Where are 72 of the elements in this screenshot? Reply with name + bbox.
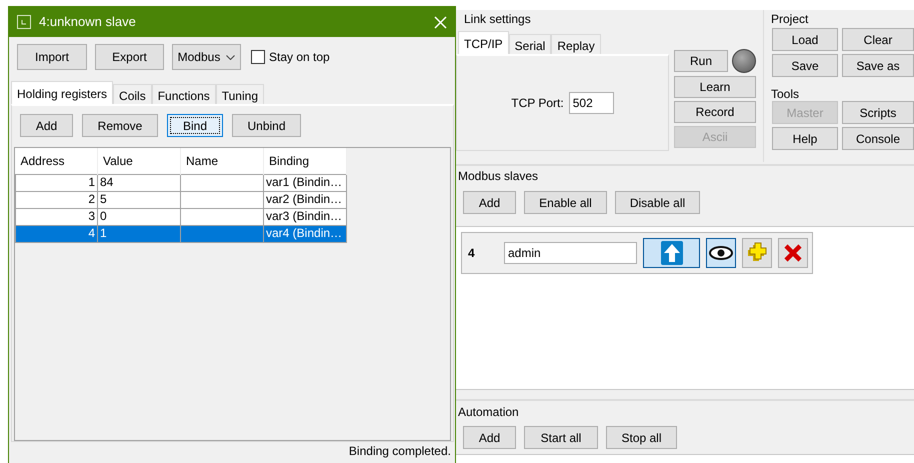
group-title: Link settings bbox=[463, 11, 531, 28]
table-cell: 2 bbox=[16, 191, 98, 208]
action-button[interactable]: Unbind bbox=[232, 114, 301, 137]
table-cell: 5 bbox=[98, 191, 180, 208]
window-icon bbox=[17, 15, 31, 29]
up-arrow-icon bbox=[660, 241, 682, 265]
eye-icon bbox=[709, 246, 733, 260]
tab[interactable]: Tuning bbox=[216, 84, 264, 104]
toolbar-button[interactable]: Import bbox=[17, 44, 87, 70]
slaves-button[interactable]: Enable all bbox=[524, 191, 607, 214]
table-cell: var1 (Bindin… bbox=[264, 174, 346, 191]
close-button[interactable] bbox=[434, 16, 447, 28]
table-cell: var2 (Bindin… bbox=[264, 191, 346, 208]
add-button[interactable] bbox=[742, 238, 772, 268]
delete-icon bbox=[783, 243, 803, 263]
project-button[interactable]: Clear bbox=[842, 28, 914, 51]
plus-icon bbox=[746, 242, 768, 264]
toolbar-button[interactable]: Export bbox=[95, 44, 164, 70]
slave-name-field[interactable]: admin bbox=[504, 242, 637, 264]
link-button[interactable]: Record bbox=[674, 101, 756, 123]
automation-button[interactable]: Start all bbox=[524, 426, 598, 449]
group-title: Automation bbox=[457, 404, 520, 419]
table-cell: 84 bbox=[98, 174, 180, 191]
tab[interactable]: Functions bbox=[152, 84, 216, 104]
action-button[interactable]: Add bbox=[20, 114, 73, 137]
tab[interactable]: Coils bbox=[113, 84, 152, 104]
port-field[interactable]: 502 bbox=[568, 92, 614, 114]
table-cell: var4 (Bindin… bbox=[264, 225, 346, 242]
checkbox-label: Stay on top bbox=[269, 49, 330, 66]
table-cell: var3 (Bindin… bbox=[264, 208, 346, 225]
tab[interactable]: TCP/IP bbox=[458, 31, 509, 54]
slaves-button[interactable]: Disable all bbox=[615, 191, 700, 214]
automation-button[interactable]: Add bbox=[463, 426, 516, 449]
link-button[interactable]: Learn bbox=[674, 76, 756, 98]
tools-button[interactable]: Scripts bbox=[842, 101, 914, 124]
column-header: Name bbox=[180, 148, 264, 174]
automation-button[interactable]: Stop all bbox=[606, 426, 677, 449]
slaves-button[interactable]: Add bbox=[463, 191, 516, 214]
tab[interactable]: Replay bbox=[551, 34, 601, 54]
delete-button[interactable] bbox=[778, 238, 808, 268]
link-button[interactable]: Run bbox=[674, 50, 728, 72]
column-header: Binding bbox=[264, 148, 346, 174]
action-button[interactable]: Remove bbox=[82, 114, 158, 137]
tab[interactable]: Serial bbox=[508, 34, 552, 54]
project-button[interactable]: Save bbox=[772, 54, 838, 77]
stay-on-top-checkbox[interactable] bbox=[251, 50, 265, 64]
protocol-dropdown[interactable]: Modbus bbox=[172, 44, 241, 70]
slave-id: 4 bbox=[468, 245, 476, 262]
table-cell: 1 bbox=[98, 225, 180, 242]
window-title: 4:unknown slave bbox=[39, 13, 137, 32]
upload-button[interactable] bbox=[643, 238, 700, 268]
group-title: Project bbox=[770, 11, 810, 28]
tab[interactable]: Holding registers bbox=[11, 81, 114, 104]
column-header: Value bbox=[98, 148, 180, 174]
table-cell: 3 bbox=[16, 208, 98, 225]
watch-button[interactable] bbox=[706, 238, 736, 268]
project-button[interactable]: Save as bbox=[842, 54, 914, 77]
table-cell: 1 bbox=[16, 174, 98, 191]
action-button[interactable]: Bind bbox=[167, 114, 223, 137]
table-cell: 0 bbox=[98, 208, 180, 225]
column-header: Address bbox=[16, 148, 98, 174]
close-icon bbox=[434, 16, 447, 28]
project-button[interactable]: Load bbox=[772, 28, 838, 51]
table-cell: 4 bbox=[16, 225, 98, 242]
tools-button[interactable]: Console bbox=[842, 127, 914, 150]
group-title: Modbus slaves bbox=[457, 168, 540, 184]
tools-button[interactable]: Help bbox=[772, 127, 838, 150]
status-led bbox=[732, 49, 756, 73]
field-label: TCP Port: bbox=[511, 95, 564, 112]
chevron-icon bbox=[226, 54, 236, 60]
group-title: Tools bbox=[770, 86, 800, 101]
status-text: Binding completed. bbox=[348, 443, 451, 460]
